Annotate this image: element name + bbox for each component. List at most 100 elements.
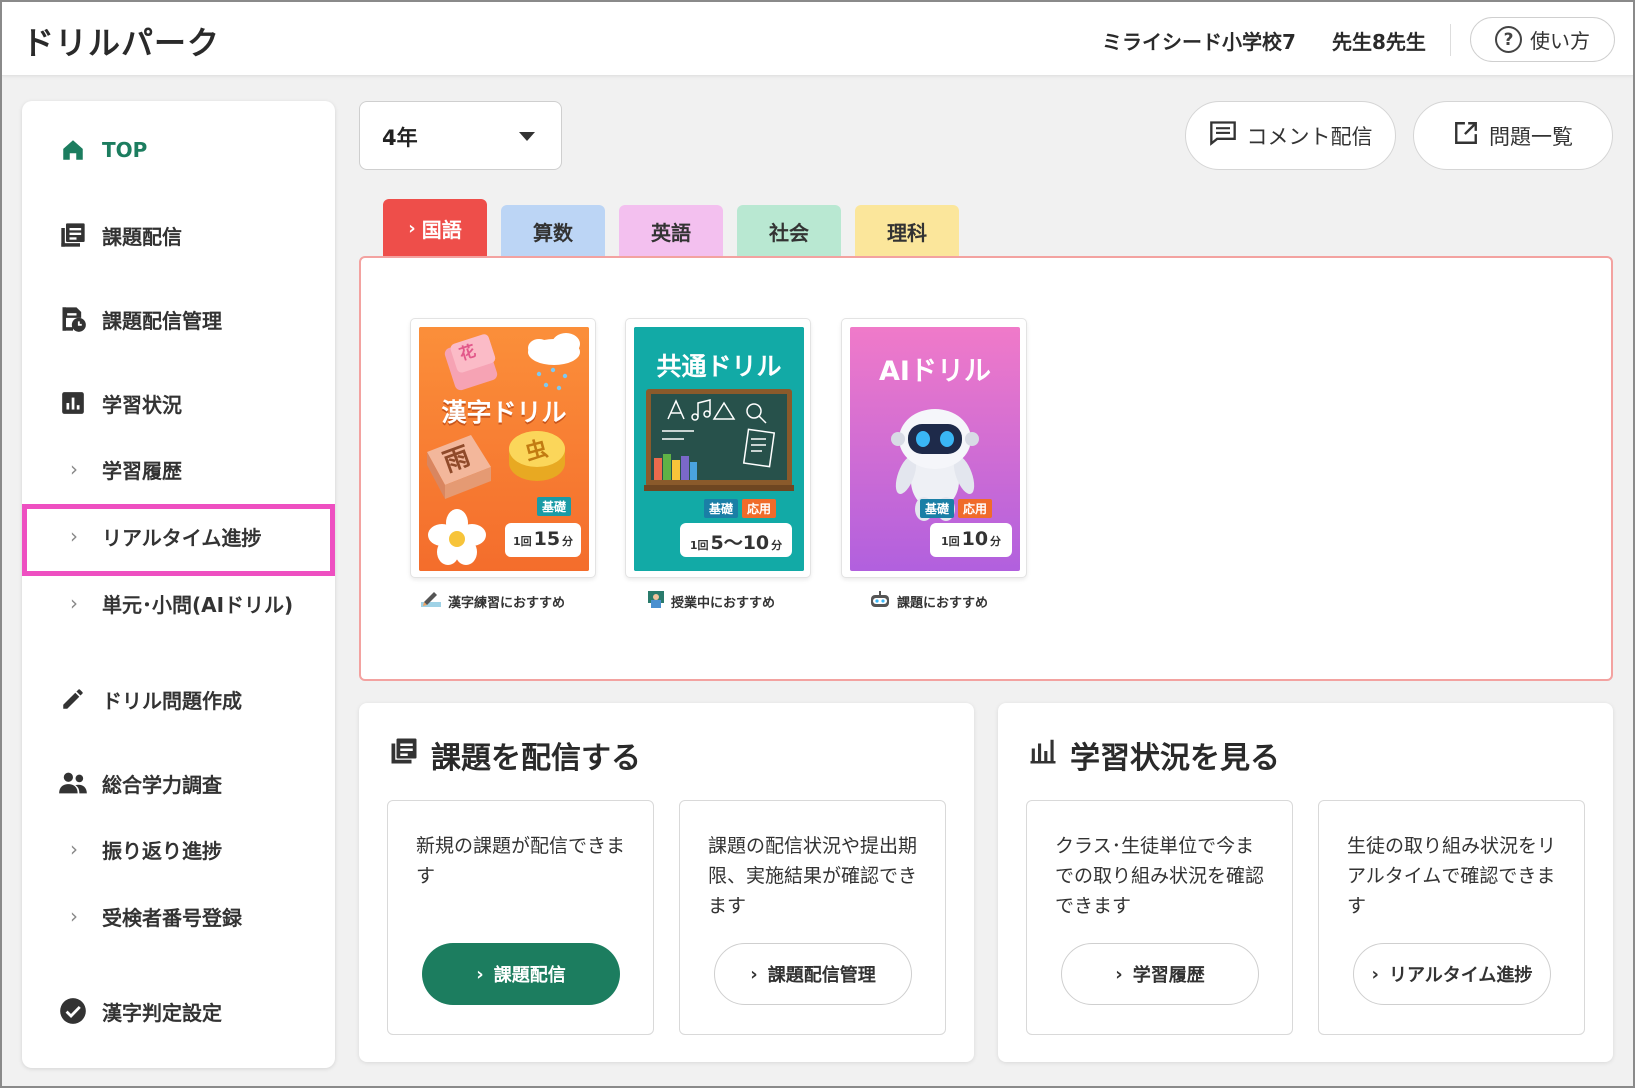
tab-japanese[interactable]: › 国語	[383, 199, 487, 257]
panel-title-text: 学習状況を見る	[1070, 741, 1280, 776]
time-prefix: 1回	[512, 535, 532, 548]
box-description: 生徒の取り組み状況をリアルタイムで確認できます	[1347, 835, 1557, 917]
header: ドリルパーク ミライシード小学校7 先生8先生 ? 使い方	[2, 2, 1633, 76]
chevron-right-icon: ›	[476, 963, 484, 985]
school-name: ミライシード小学校7	[1102, 30, 1296, 54]
sidebar-item-label: ドリル問題作成	[102, 688, 242, 713]
handwriting-icon	[420, 590, 442, 612]
problem-list-button[interactable]: 問題一覧	[1413, 101, 1613, 170]
sidebar-item-assign[interactable]: 課題配信	[22, 208, 335, 262]
chevron-right-icon: ›	[70, 457, 78, 481]
home-icon	[58, 135, 88, 165]
card-badges: 基礎 応用	[920, 499, 993, 518]
grade-select[interactable]: 4年	[359, 101, 562, 170]
sidebar-item-unit[interactable]: › 単元･小問(AIドリル)	[22, 578, 335, 628]
assign-panel: 課題を配信する 新規の課題が配信できます › 課題配信 課題の配信状況や提出期限…	[359, 703, 974, 1062]
sidebar-item-survey[interactable]: 総合学力調査	[22, 756, 335, 810]
badge-basic: 基礎	[920, 499, 955, 518]
sidebar-item-top[interactable]: TOP	[22, 123, 335, 177]
ai-drill-title: AIドリル	[879, 356, 991, 387]
assignment-manage-icon	[58, 304, 88, 334]
sidebar-item-history[interactable]: › 学習履歴	[22, 444, 335, 494]
button-label: 課題配信	[493, 965, 566, 986]
pencil-icon	[58, 684, 88, 714]
tab-social[interactable]: 社会	[737, 205, 841, 257]
sidebar-item-review[interactable]: › 振り返り進捗	[22, 824, 335, 874]
sidebar-item-register[interactable]: › 受検者番号登録	[22, 891, 335, 941]
teacher-name: 先生8先生	[1332, 30, 1426, 54]
chevron-right-icon: ›	[408, 217, 416, 239]
sidebar-item-kanji[interactable]: 漢字判定設定	[22, 984, 335, 1038]
assign-manage-button[interactable]: › 課題配信管理	[714, 943, 912, 1005]
chevron-down-icon	[519, 132, 535, 141]
help-button[interactable]: ? 使い方	[1470, 17, 1615, 62]
tab-label: 社会	[769, 220, 809, 245]
panel-title-text: 課題を配信する	[431, 741, 641, 776]
tab-math[interactable]: 算数	[501, 205, 605, 257]
ai-drill-cover: AIドリル 基礎 応用 1回 10 分	[850, 327, 1020, 571]
realtime-button[interactable]: › リアルタイム進捗	[1353, 943, 1551, 1005]
sidebar-item-label: 総合学力調査	[102, 772, 222, 797]
time-value: 10	[961, 528, 989, 550]
button-label: 学習履歴	[1132, 965, 1205, 986]
comment-icon	[1209, 120, 1237, 151]
ai-drill-card[interactable]: AIドリル 基礎 応用 1回 10 分	[841, 318, 1027, 578]
kanji-drill-cover: 花 漢字ドリル 雨 虫 基礎 1回 15 分	[419, 327, 589, 571]
kanji-drill-caption: 漢字練習におすすめ	[420, 590, 565, 612]
people-icon	[58, 768, 88, 798]
comment-button[interactable]: コメント配信	[1185, 101, 1396, 170]
chevron-right-icon: ›	[1371, 963, 1379, 985]
time-prefix: 1回	[689, 539, 709, 552]
tab-label: 理科	[887, 220, 927, 245]
assignment-icon	[58, 220, 88, 250]
tab-english[interactable]: 英語	[619, 205, 723, 257]
ai-drill-caption: 課題におすすめ	[869, 590, 988, 612]
sidebar-item-study-status[interactable]: 学習状況	[22, 376, 335, 430]
highlight-box	[22, 504, 335, 576]
time-value: 5〜10	[710, 532, 770, 554]
assign-panel-title: 課題を配信する	[389, 733, 641, 777]
teacher-icon	[647, 590, 665, 612]
tab-label: 算数	[533, 220, 573, 245]
bar-chart-icon	[58, 388, 88, 418]
chevron-right-icon: ›	[70, 904, 78, 928]
common-drill-title: 共通ドリル	[656, 352, 782, 381]
sidebar-item-label: 受検者番号登録	[102, 905, 242, 930]
box-description: クラス･生徒単位で今までの取り組み状況を確認できます	[1055, 835, 1265, 917]
sidebar-item-label: 学習状況	[102, 392, 182, 417]
time-unit: 分	[990, 535, 1002, 548]
caption-text: 漢字練習におすすめ	[448, 595, 566, 611]
sidebar-item-label: 振り返り進捗	[102, 838, 222, 863]
sidebar-item-assign-manage[interactable]: 課題配信管理	[22, 292, 335, 346]
badge-basic: 基礎	[537, 497, 572, 516]
time-pill: 1回 15 分	[505, 523, 581, 557]
chevron-right-icon: ›	[70, 837, 78, 861]
tab-label: 国語	[421, 217, 462, 242]
comment-label: コメント配信	[1246, 124, 1373, 149]
history-box: クラス･生徒単位で今までの取り組み状況を確認できます › 学習履歴	[1026, 800, 1293, 1035]
sidebar-item-label: 課題配信	[102, 224, 182, 249]
history-button[interactable]: › 学習履歴	[1061, 943, 1259, 1005]
check-circle-icon	[58, 996, 88, 1026]
card-badges: 基礎 応用	[704, 499, 777, 518]
badge-applied: 応用	[742, 499, 777, 518]
tab-label: 英語	[651, 220, 691, 245]
sidebar-item-label: 単元･小問(AIドリル)	[102, 592, 294, 617]
kanji-drill-card[interactable]: 花 漢字ドリル 雨 虫 基礎 1回 15 分	[410, 318, 596, 578]
tab-science[interactable]: 理科	[855, 205, 959, 257]
help-icon: ?	[1495, 26, 1522, 53]
header-divider	[1450, 24, 1451, 56]
button-label: リアルタイム進捗	[1388, 965, 1533, 986]
assignment-icon	[389, 736, 419, 774]
common-drill-card[interactable]: 共通ドリル 基礎 応用 1回 5〜10 分	[625, 318, 811, 578]
time-value: 15	[533, 528, 561, 550]
time-unit: 分	[562, 535, 574, 548]
chevron-right-icon: ›	[750, 963, 758, 985]
chevron-right-icon: ›	[1115, 963, 1123, 985]
sidebar-item-label: 学習履歴	[102, 458, 182, 483]
chevron-right-icon: ›	[70, 591, 78, 615]
sidebar: TOP 課題配信 課題配信管理 学習状況 › 学習履歴 › リアルタイム進捗 ›…	[22, 101, 335, 1068]
sidebar-item-create[interactable]: ドリル問題作成	[22, 672, 335, 726]
assign-button[interactable]: › 課題配信	[422, 943, 620, 1005]
help-label: 使い方	[1530, 29, 1590, 53]
